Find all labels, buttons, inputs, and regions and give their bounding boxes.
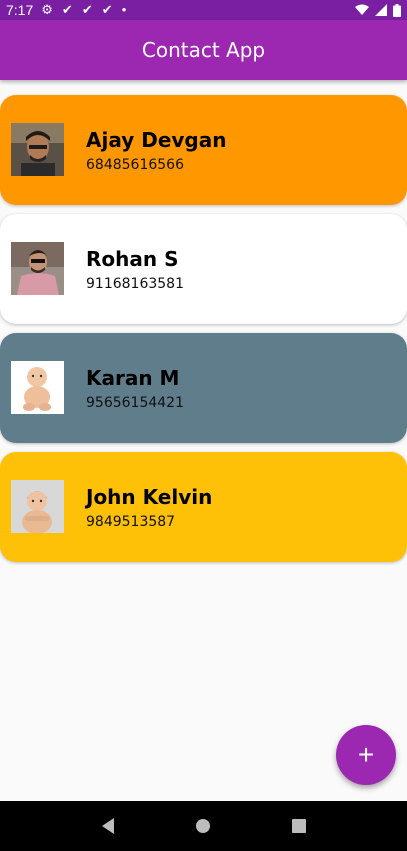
recents-icon[interactable] <box>289 816 309 836</box>
dot-icon: ● <box>121 5 127 14</box>
check-icon: ✔ <box>101 2 113 17</box>
contact-card[interactable]: John Kelvin 9849513587 <box>0 452 407 562</box>
contact-phone: 95656154421 <box>86 395 184 411</box>
contact-name: John Kelvin <box>86 485 213 509</box>
contact-card[interactable]: Rohan S 91168163581 <box>0 214 407 324</box>
check-icon: ✔ <box>81 2 93 17</box>
plus-icon: + <box>357 739 375 770</box>
status-time: 7:17 <box>6 2 34 18</box>
avatar <box>11 480 64 533</box>
avatar <box>11 123 64 176</box>
signal-icon <box>375 4 387 16</box>
avatar <box>11 361 64 414</box>
contact-name: Ajay Devgan <box>86 128 227 152</box>
page-title: Contact App <box>141 38 266 62</box>
contact-card[interactable]: Karan M 95656154421 <box>0 333 407 443</box>
contact-phone: 9849513587 <box>86 514 176 530</box>
gear-icon: ⚙ <box>41 2 53 17</box>
contact-card[interactable]: Ajay Devgan 68485616566 <box>0 95 407 205</box>
contact-phone: 68485616566 <box>86 157 184 173</box>
check-icon: ✔ <box>61 2 73 17</box>
wifi-icon <box>355 4 369 15</box>
navigation-bar <box>0 801 407 851</box>
home-icon[interactable] <box>193 816 213 836</box>
back-icon[interactable] <box>98 816 118 836</box>
status-bar: 7:17 ⚙ ✔ ✔ ✔ ● <box>0 0 407 20</box>
add-contact-button[interactable]: + <box>336 725 396 785</box>
contact-name: Karan M <box>86 366 180 390</box>
avatar <box>11 242 64 295</box>
contact-phone: 91168163581 <box>86 276 184 292</box>
battery-icon <box>393 3 401 17</box>
contact-name: Rohan S <box>86 247 179 271</box>
app-bar: Contact App <box>0 20 407 80</box>
